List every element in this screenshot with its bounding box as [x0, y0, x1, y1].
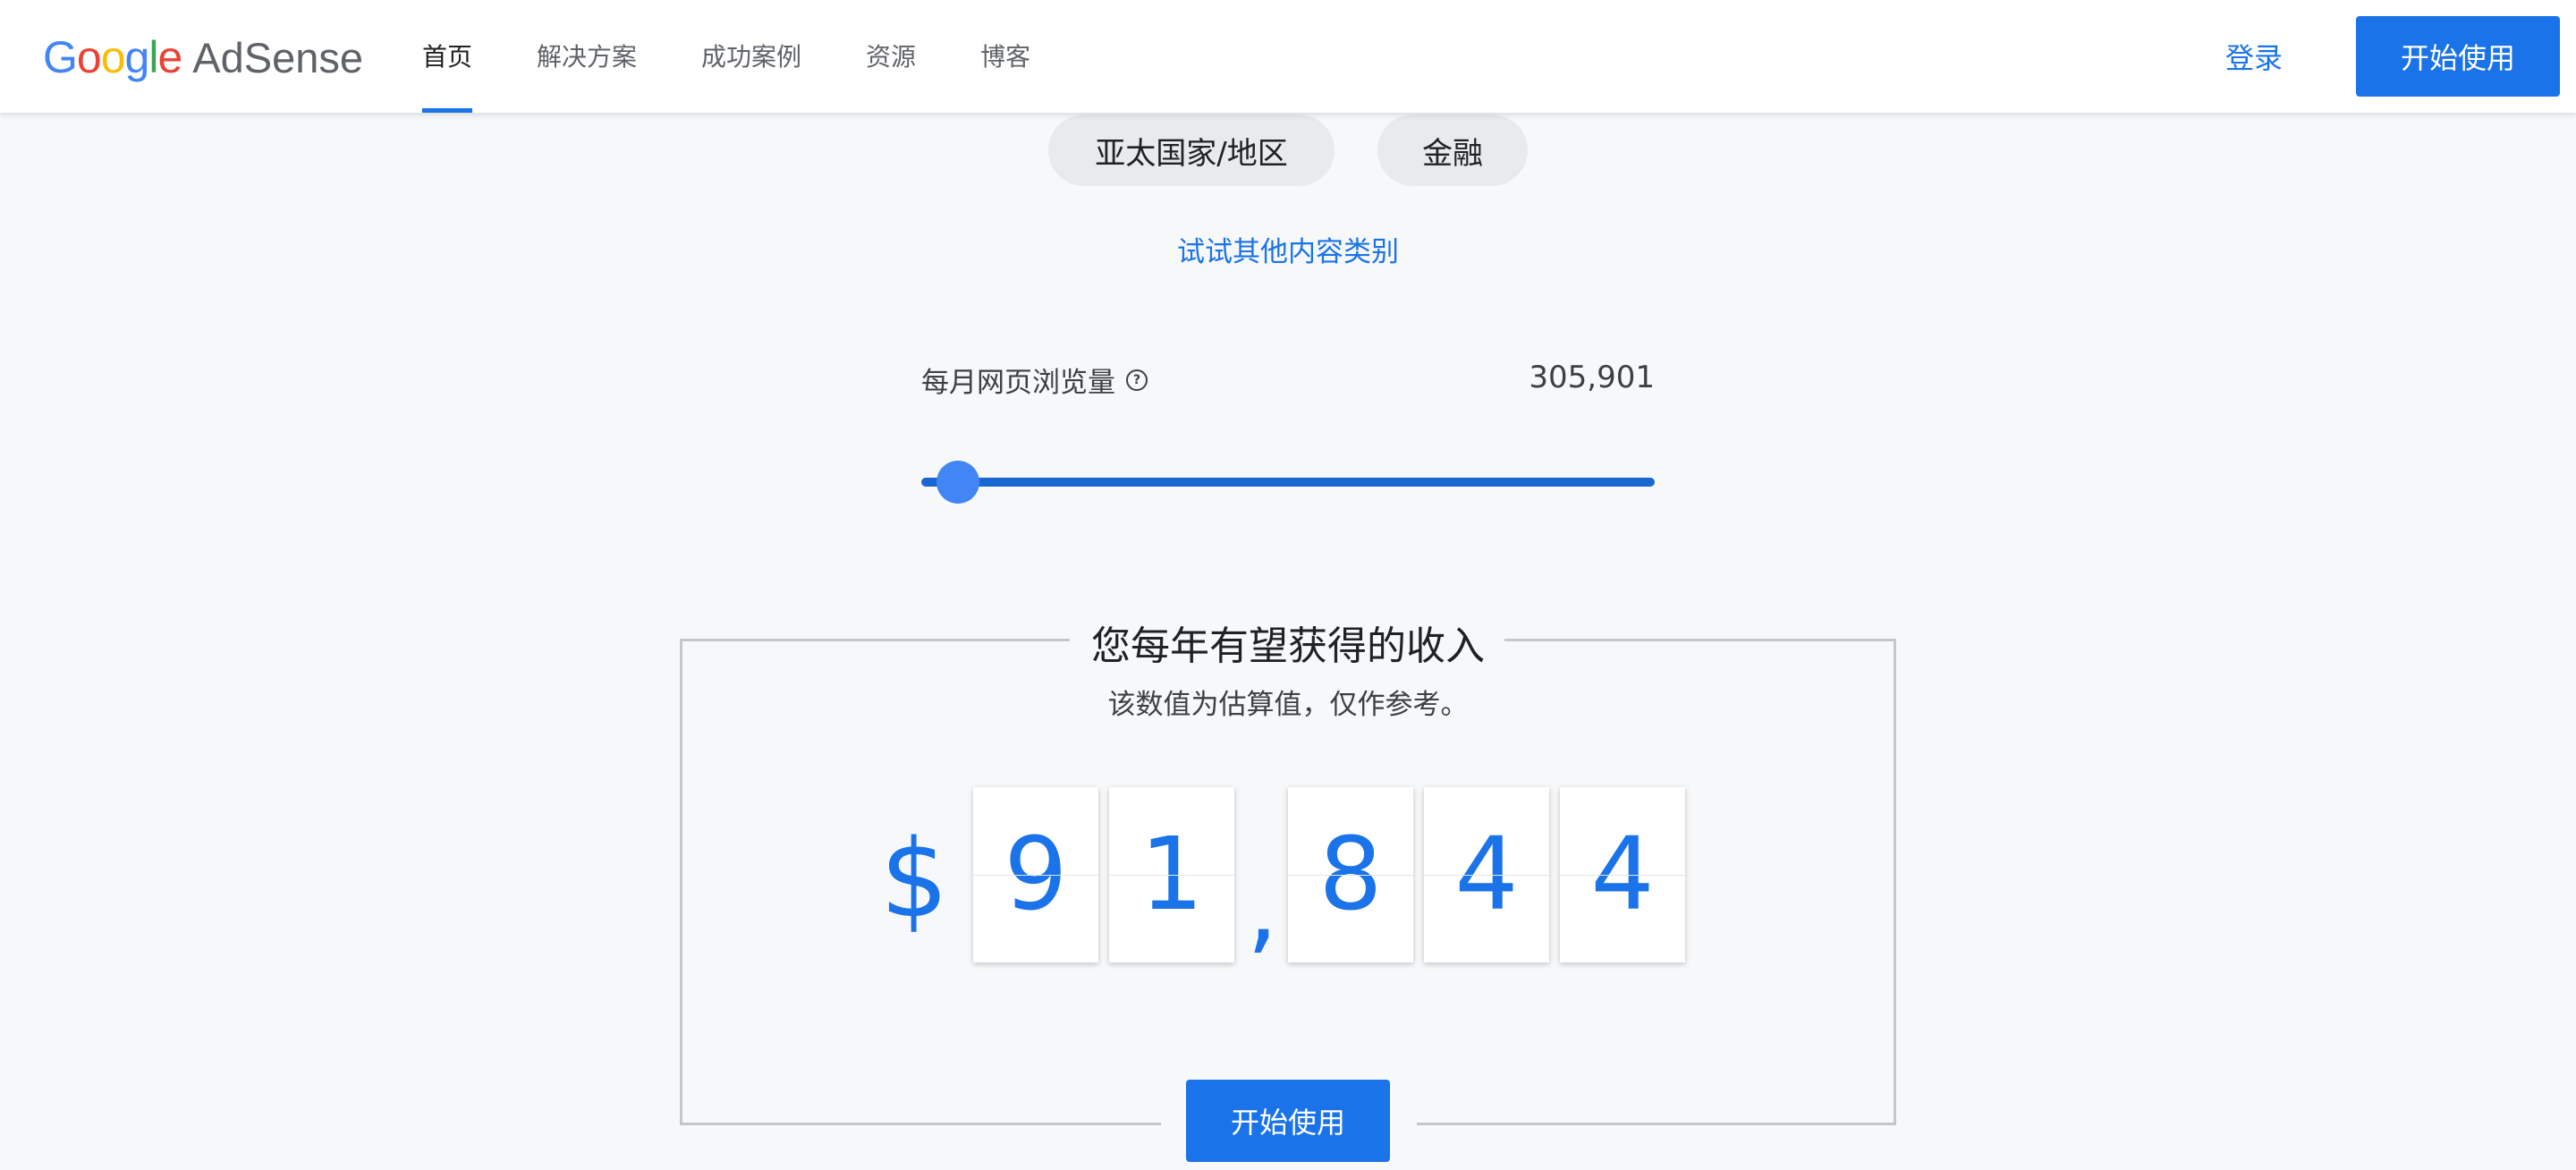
earnings-box-border-bottom-left — [680, 1123, 1161, 1125]
nav-item-resources[interactable]: 资源 — [866, 0, 916, 113]
help-circle-icon[interactable]: ? — [1126, 369, 1148, 391]
get-started-button-header[interactable]: 开始使用 — [2356, 16, 2560, 97]
earnings-box-border-bottom-right — [1417, 1123, 1896, 1125]
pageviews-slider[interactable] — [921, 461, 1655, 504]
sign-in-link[interactable]: 登录 — [2225, 36, 2283, 77]
earnings-digit: 9 — [973, 787, 1098, 962]
estimated-earnings-title-text: 您每年有望获得的收入 — [1072, 623, 1504, 669]
monthly-pageviews-label-text: 每月网页浏览量 — [921, 367, 1115, 399]
monthly-pageviews-value: 305,901 — [1529, 360, 1655, 395]
main-nav: 首页 解决方案 成功案例 资源 博客 — [422, 0, 1095, 113]
nav-item-home[interactable]: 首页 — [422, 0, 473, 113]
region-chip[interactable]: 亚太国家/地区 — [1048, 114, 1335, 186]
top-navigation-bar: Google AdSense 首页 解决方案 成功案例 资源 博客 登录 开始使… — [0, 0, 2576, 113]
thousands-separator: , — [1247, 850, 1278, 964]
nav-item-solutions[interactable]: 解决方案 — [537, 0, 637, 113]
nav-item-success-stories[interactable]: 成功案例 — [701, 0, 801, 113]
adsense-logo[interactable]: Google AdSense — [43, 30, 363, 84]
earnings-digit: 8 — [1288, 787, 1413, 962]
monthly-pageviews-label: 每月网页浏览量 ? — [921, 360, 1148, 400]
earnings-digit: 1 — [1109, 787, 1234, 962]
estimated-earnings-disclaimer: 该数值为估算值，仅作参考。 — [1107, 689, 1469, 721]
earnings-digit: 4 — [1560, 787, 1685, 962]
currency-symbol: $ — [880, 818, 949, 942]
google-wordmark: Google — [43, 32, 182, 82]
nav-item-blog[interactable]: 博客 — [980, 0, 1030, 113]
category-chip[interactable]: 金融 — [1377, 114, 1528, 186]
pageviews-slider-thumb[interactable] — [936, 461, 979, 504]
try-other-category-link[interactable]: 试试其他内容类别 — [0, 229, 2576, 269]
estimated-earnings-title: 您每年有望获得的收入 — [0, 614, 2576, 671]
earnings-digit: 4 — [1424, 787, 1549, 962]
get-started-button-main[interactable]: 开始使用 — [1186, 1080, 1390, 1162]
adsense-wordmark: AdSense — [192, 33, 364, 81]
